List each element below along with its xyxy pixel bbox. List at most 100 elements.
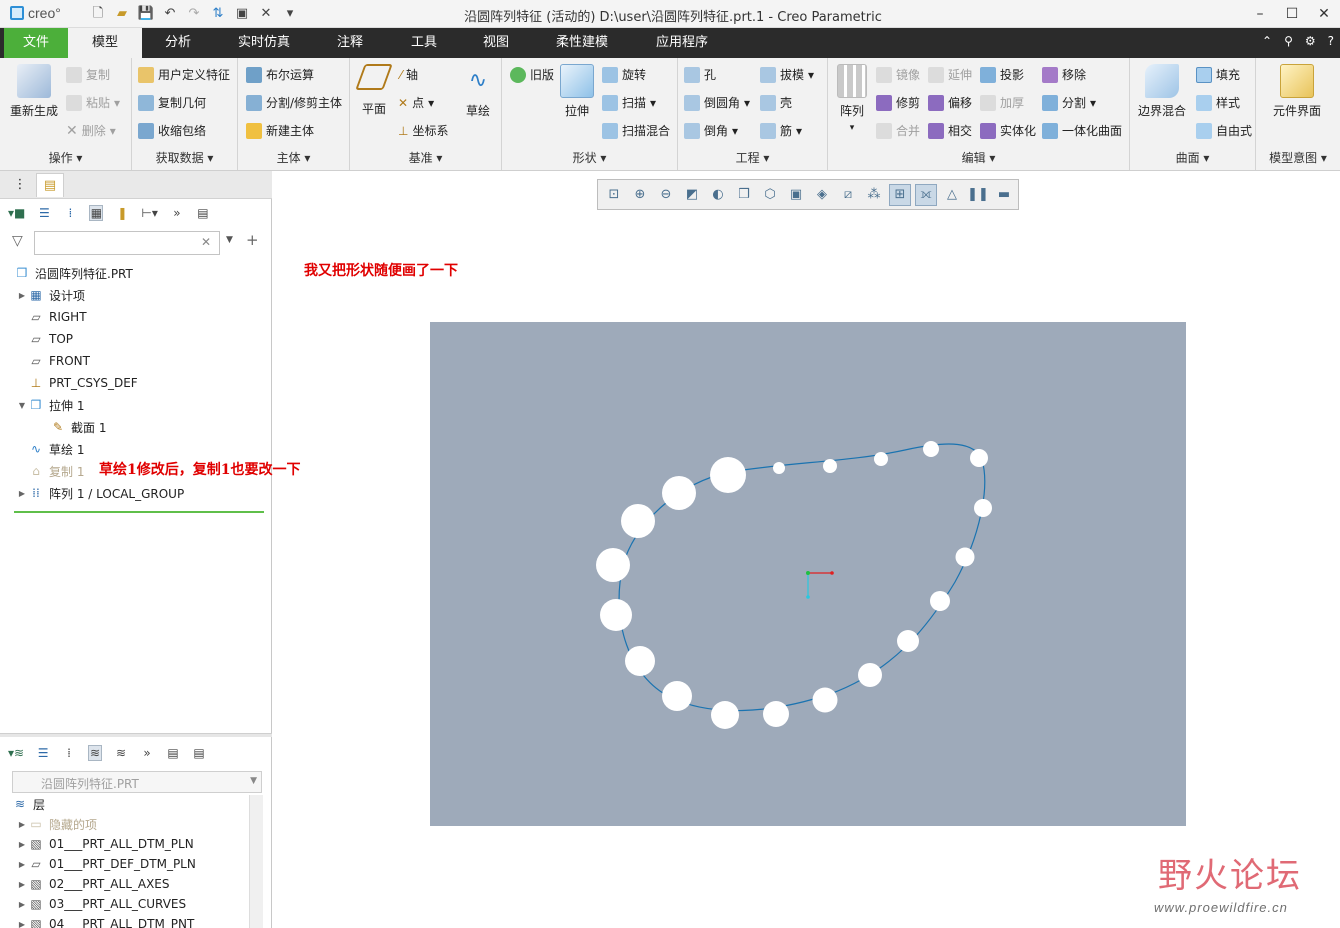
project-button[interactable]: 投影 (980, 66, 1024, 83)
collapse-arrow-icon[interactable]: ▼ (16, 401, 28, 410)
axis-button[interactable]: ⁄ 轴 (400, 66, 418, 83)
tree-item-pattern[interactable]: ▶ ⁞⁞ 阵列 1 / LOCAL_GROUP (16, 483, 184, 503)
shrinkwrap-button[interactable]: 收缩包络 (138, 122, 206, 139)
display-options-icon[interactable]: ▬ (993, 184, 1015, 206)
hole[interactable] (662, 476, 696, 510)
group-operations-label[interactable]: 操作 ▾ (0, 149, 131, 166)
datum-display-icon[interactable]: ⧄ (837, 184, 859, 206)
sketch-button[interactable]: ∿ 草绘 (458, 64, 498, 119)
layer-settings-icon[interactable]: ▾≋ (8, 746, 24, 760)
group-model-intent-label[interactable]: 模型意图 ▾ (1256, 149, 1340, 166)
hole[interactable] (930, 591, 950, 611)
chamfer-button[interactable]: 倒角 ▾ (684, 122, 738, 139)
group-edit-label[interactable]: 编辑 ▾ (828, 149, 1129, 166)
section-view-icon[interactable]: ◈ (811, 184, 833, 206)
tree-item-copy[interactable]: ⌂ 复制 1 (28, 461, 84, 481)
fill-button[interactable]: 填充 (1196, 66, 1240, 83)
tree-bookmark-icon[interactable]: ❚ (115, 206, 129, 220)
tree-item-csys[interactable]: ⊥ PRT_CSYS_DEF (28, 373, 138, 393)
merge-button[interactable]: 合并 (876, 122, 920, 139)
tree-item-design-items[interactable]: ▶ ▦ 设计项 (16, 285, 85, 305)
group-get-data-label[interactable]: 获取数据 ▾ (132, 149, 237, 166)
unify-surface-button[interactable]: 一体化曲面 (1042, 122, 1122, 139)
tree-item-right[interactable]: ▱ RIGHT (28, 307, 86, 327)
tab-annotate[interactable]: 注释 (318, 28, 382, 58)
options-icon[interactable]: ⚙ (1305, 34, 1316, 48)
tree-expand-icon[interactable]: ☰ (37, 206, 51, 220)
solidify-button[interactable]: 实体化 (980, 122, 1036, 139)
close-icon[interactable]: ✕ (1308, 0, 1340, 28)
model-tree-tab-icon[interactable]: ⋮ (6, 173, 34, 197)
help-icon[interactable]: ? (1328, 34, 1334, 48)
csys-button[interactable]: ⊥ 坐标系 (398, 122, 448, 139)
hole[interactable] (897, 630, 919, 652)
thicken-button[interactable]: 加厚 (980, 94, 1024, 111)
revolve-button[interactable]: 旋转 (602, 66, 646, 83)
layer-expand-icon[interactable]: ☰ (36, 746, 50, 760)
layer-item[interactable]: ▶ ▧ 04___PRT_ALL_DTM_PNT (16, 914, 194, 928)
layer-item[interactable]: ▶ ▧ 03___PRT_ALL_CURVES (16, 894, 186, 914)
pause-icon[interactable]: ❚❚ (967, 184, 989, 206)
group-datum-label[interactable]: 基准 ▾ (350, 149, 501, 166)
hole[interactable] (874, 452, 888, 466)
hole[interactable] (858, 663, 882, 687)
rib-button[interactable]: 筋 ▾ (760, 122, 802, 139)
hole[interactable] (621, 504, 655, 538)
tree-root[interactable]: ❒ 沿圆阵列特征.PRT (14, 263, 133, 283)
expand-arrow-icon[interactable]: ▶ (16, 900, 28, 909)
freestyle-button[interactable]: 自由式 (1196, 122, 1252, 139)
tab-view[interactable]: 视图 (464, 28, 528, 58)
copy-button[interactable]: 复制 (66, 66, 110, 83)
tree-item-extrude[interactable]: ▼ ❒ 拉伸 1 (16, 395, 85, 415)
view-manager-icon[interactable]: ⬡ (759, 184, 781, 206)
pattern-button[interactable]: 阵列 ▾ (834, 64, 870, 133)
delete-button[interactable]: ✕ 删除 ▾ (66, 122, 116, 139)
layer-item[interactable]: ▶ ▱ 01___PRT_DEF_DTM_PLN (16, 854, 196, 874)
component-interface-button[interactable]: 元件界面 (1264, 64, 1330, 119)
copy-geometry-button[interactable]: 复制几何 (138, 94, 206, 111)
saved-orientations-icon[interactable]: ❒ (733, 184, 755, 206)
expand-arrow-icon[interactable]: ▶ (16, 820, 28, 829)
new-body-button[interactable]: 新建主体 (246, 122, 314, 139)
group-shape-label[interactable]: 形状 ▾ (502, 149, 677, 166)
tab-file[interactable]: 文件 (4, 28, 68, 58)
expand-arrow-icon[interactable]: ▶ (16, 840, 28, 849)
hole[interactable] (812, 687, 838, 713)
hole[interactable] (955, 547, 975, 567)
clear-search-icon[interactable]: ✕ (201, 235, 211, 249)
tree-item-top[interactable]: ▱ TOP (28, 329, 73, 349)
minimize-icon[interactable]: – (1244, 0, 1276, 28)
draft-button[interactable]: 拔模 ▾ (760, 66, 814, 83)
hole[interactable] (823, 459, 837, 473)
layer-props-icon[interactable]: ▤ (192, 746, 206, 760)
search-icon[interactable]: ⚲ (1284, 34, 1293, 48)
layer-item[interactable]: ▶ ▧ 02___PRT_ALL_AXES (16, 874, 170, 894)
expand-arrow-icon[interactable]: ▶ (16, 860, 28, 869)
sweep-button[interactable]: 扫描 ▾ (602, 94, 656, 111)
tree-show-icon[interactable]: ⊢▾ (141, 206, 157, 220)
tree-filter-icon[interactable]: ▦ (89, 205, 104, 221)
hole-button[interactable]: 孔 (684, 66, 716, 83)
hole[interactable] (596, 548, 630, 582)
paste-button[interactable]: 粘贴 ▾ (66, 94, 120, 111)
layer-scrollbar[interactable] (249, 795, 263, 928)
tree-options-icon[interactable]: ▤ (196, 206, 210, 220)
tree-settings-icon[interactable]: ▾■ (8, 206, 25, 220)
hole[interactable] (974, 499, 992, 517)
tree-search-input[interactable]: ✕ (34, 231, 220, 255)
layer-model-select[interactable]: 沿圆阵列特征.PRT ▼ (12, 771, 262, 793)
collapse-ribbon-icon[interactable]: ⌃ (1262, 34, 1272, 48)
style-button[interactable]: 样式 (1196, 94, 1240, 111)
hole[interactable] (625, 646, 655, 676)
mirror-button[interactable]: 镜像 (876, 66, 920, 83)
maximize-icon[interactable]: ☐ (1276, 0, 1308, 28)
split-body-button[interactable]: 分割/修剪主体 (246, 94, 342, 111)
add-filter-icon[interactable]: + (246, 231, 259, 249)
layer-item[interactable]: ▶ ▧ 01___PRT_ALL_DTM_PLN (16, 834, 194, 854)
layer-columns-icon[interactable]: ⁞ (62, 746, 76, 760)
layer-more-icon[interactable]: » (140, 746, 154, 760)
hole[interactable] (763, 701, 789, 727)
zoom-out-icon[interactable]: ⊖ (655, 184, 677, 206)
legacy-button[interactable]: 旧版 (510, 66, 554, 83)
graphics-area[interactable] (430, 322, 1186, 826)
